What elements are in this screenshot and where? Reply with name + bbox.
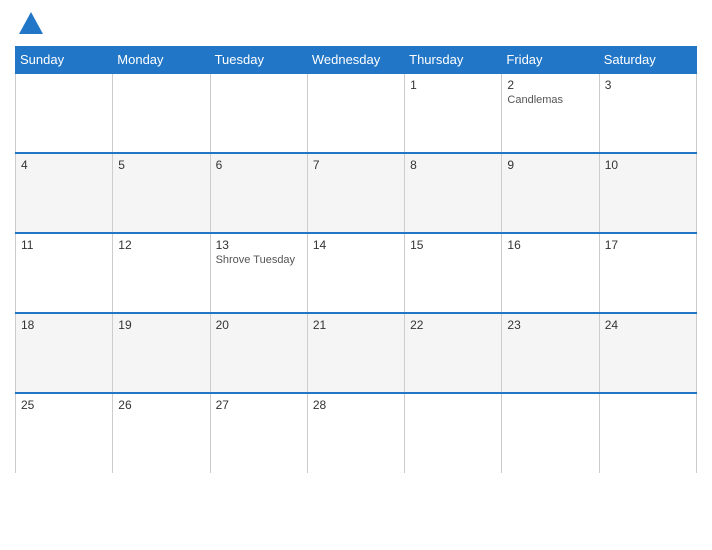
day-number: 27 [216, 398, 302, 412]
day-number: 2 [507, 78, 593, 92]
week-row-2: 11 12 13 Shrove Tuesday 14 15 16 17 [16, 233, 697, 313]
calendar-cell [307, 73, 404, 153]
calendar-cell: 3 [599, 73, 696, 153]
day-number: 22 [410, 318, 496, 332]
calendar-cell: 19 [113, 313, 210, 393]
calendar-cell: 5 [113, 153, 210, 233]
calendar-cell: 6 [210, 153, 307, 233]
day-number: 17 [605, 238, 691, 252]
calendar-cell: 20 [210, 313, 307, 393]
week-row-1: 456789 10 [16, 153, 697, 233]
day-header-wednesday: Wednesday [307, 47, 404, 74]
day-number: 24 [605, 318, 691, 332]
day-number: 15 [410, 238, 496, 252]
day-number: 10 [605, 158, 691, 172]
day-header-monday: Monday [113, 47, 210, 74]
calendar-cell: 11 [16, 233, 113, 313]
calendar-table: SundayMondayTuesdayWednesdayThursdayFrid… [15, 46, 697, 473]
day-number: 5 [118, 158, 204, 172]
day-header-tuesday: Tuesday [210, 47, 307, 74]
calendar-cell: 12 [113, 233, 210, 313]
day-number: 8 [410, 158, 496, 172]
calendar-cell [405, 393, 502, 473]
calendar-cell: 8 [405, 153, 502, 233]
days-header-row: SundayMondayTuesdayWednesdayThursdayFrid… [16, 47, 697, 74]
day-number: 9 [507, 158, 593, 172]
week-row-0: 12 Candlemas 3 [16, 73, 697, 153]
calendar-cell: 14 [307, 233, 404, 313]
calendar-cell: 7 [307, 153, 404, 233]
day-number: 12 [118, 238, 204, 252]
day-number: 20 [216, 318, 302, 332]
calendar-cell: 22 [405, 313, 502, 393]
calendar-cell: 21 [307, 313, 404, 393]
calendar: SundayMondayTuesdayWednesdayThursdayFrid… [0, 0, 712, 550]
holiday-label: Shrove Tuesday [216, 254, 296, 266]
day-number: 4 [21, 158, 107, 172]
holiday-label: Candlemas [507, 94, 563, 106]
calendar-cell: 25 [16, 393, 113, 473]
calendar-cell [502, 393, 599, 473]
calendar-cell: 26 [113, 393, 210, 473]
calendar-cell: 28 [307, 393, 404, 473]
week-row-3: 18 19 20 21 22 23 24 [16, 313, 697, 393]
day-header-saturday: Saturday [599, 47, 696, 74]
day-number: 11 [21, 238, 107, 252]
calendar-cell: 18 [16, 313, 113, 393]
day-number: 25 [21, 398, 107, 412]
logo-icon [17, 10, 45, 38]
calendar-cell [113, 73, 210, 153]
calendar-cell: 27 [210, 393, 307, 473]
calendar-cell: 1 [405, 73, 502, 153]
day-number: 19 [118, 318, 204, 332]
day-header-friday: Friday [502, 47, 599, 74]
calendar-cell: 17 [599, 233, 696, 313]
day-number: 7 [313, 158, 399, 172]
day-number: 26 [118, 398, 204, 412]
calendar-cell [599, 393, 696, 473]
day-number: 3 [605, 78, 691, 92]
calendar-cell: 4 [16, 153, 113, 233]
calendar-cell: 15 [405, 233, 502, 313]
calendar-cell: 23 [502, 313, 599, 393]
calendar-cell: 13 Shrove Tuesday [210, 233, 307, 313]
day-header-sunday: Sunday [16, 47, 113, 74]
calendar-cell [210, 73, 307, 153]
logo [15, 10, 45, 38]
calendar-cell: 9 [502, 153, 599, 233]
calendar-cell: 16 [502, 233, 599, 313]
day-number: 23 [507, 318, 593, 332]
day-number: 1 [410, 78, 496, 92]
day-number: 14 [313, 238, 399, 252]
calendar-cell: 10 [599, 153, 696, 233]
day-number: 21 [313, 318, 399, 332]
calendar-header [15, 10, 697, 38]
calendar-cell: 2 Candlemas [502, 73, 599, 153]
calendar-cell: 24 [599, 313, 696, 393]
day-number: 28 [313, 398, 399, 412]
day-number: 16 [507, 238, 593, 252]
day-number: 18 [21, 318, 107, 332]
week-row-4: 25 26 27 28 [16, 393, 697, 473]
calendar-cell [16, 73, 113, 153]
day-header-thursday: Thursday [405, 47, 502, 74]
day-number: 6 [216, 158, 302, 172]
day-number: 13 [216, 238, 302, 252]
